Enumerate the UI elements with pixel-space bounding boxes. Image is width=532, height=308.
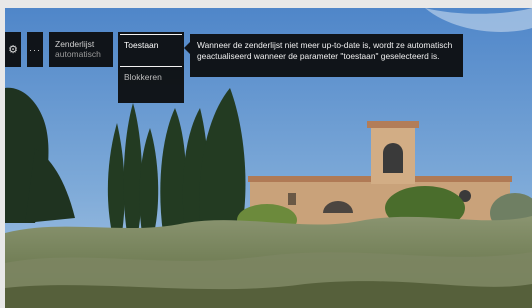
channel-list-value: automatisch: [55, 49, 101, 59]
tooltip-text: Wanneer de zenderlijst niet meer up-to-d…: [197, 40, 453, 61]
option-toestaan[interactable]: Toestaan: [118, 32, 184, 67]
tv-screen: ⚙ ··· Zenderlijst automatisch Toestaan B…: [0, 0, 532, 308]
channel-list-label: Zenderlijst: [55, 39, 95, 49]
help-tooltip: Wanneer de zenderlijst niet meer up-to-d…: [190, 34, 463, 77]
channel-list-button[interactable]: Zenderlijst automatisch: [49, 32, 113, 67]
gear-icon: ⚙: [8, 43, 18, 56]
channel-list-dropdown: Toestaan Blokkeren: [118, 32, 184, 103]
settings-button[interactable]: ⚙: [5, 32, 21, 67]
option-blokkeren[interactable]: Blokkeren: [118, 67, 184, 102]
more-button[interactable]: ···: [27, 32, 43, 67]
more-icon: ···: [29, 44, 41, 55]
